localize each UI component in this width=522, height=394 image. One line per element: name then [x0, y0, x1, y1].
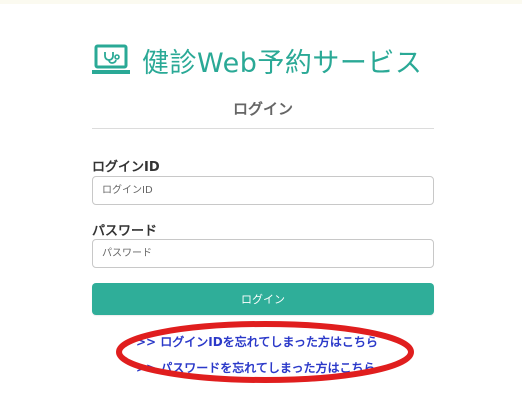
login-button[interactable]: ログイン [92, 283, 434, 315]
stethoscope-laptop-icon [92, 44, 130, 74]
top-background-strip [0, 0, 522, 4]
forgot-login-id-link[interactable]: >> ログインIDを忘れてしまった方はこちら [136, 333, 378, 350]
app-title: 健診Web予約サービス [142, 47, 423, 79]
page-title: ログイン [232, 100, 293, 118]
password-input[interactable] [92, 239, 434, 268]
password-label: パスワード [92, 224, 158, 239]
login-id-label: ログインID [92, 160, 160, 175]
title-divider [92, 128, 434, 129]
app-header: 健診Web予約サービス [92, 40, 437, 80]
login-id-input[interactable] [92, 176, 434, 205]
forgot-password-link[interactable]: >> パスワードを忘れてしまった方はこちら [136, 359, 375, 376]
